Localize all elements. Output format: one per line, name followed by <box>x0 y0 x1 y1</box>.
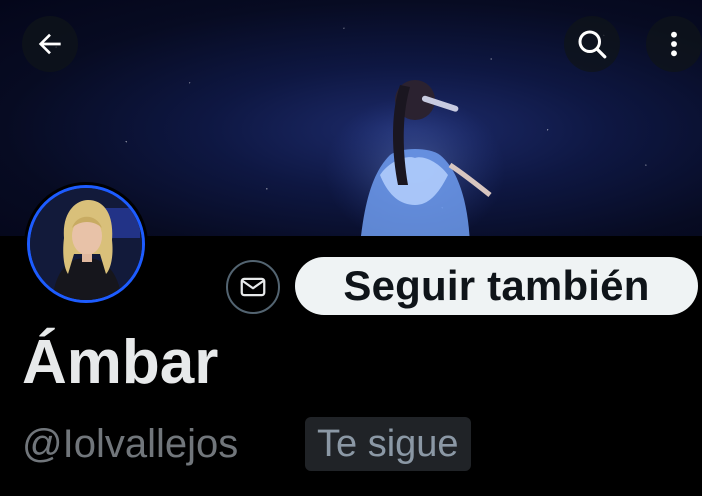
follow-back-button[interactable]: Seguir también <box>295 257 698 315</box>
avatar-image <box>27 185 145 303</box>
search-icon <box>578 30 607 59</box>
profile-handle: @Iolvallejos <box>22 422 239 466</box>
message-button[interactable] <box>226 260 280 314</box>
avatar-portrait <box>30 188 142 300</box>
more-options-button[interactable] <box>646 16 702 72</box>
profile-name: Ámbar <box>22 328 219 397</box>
back-button[interactable] <box>22 16 78 72</box>
banner-singer-image <box>325 80 505 236</box>
follows-you-badge: Te sigue <box>305 417 471 471</box>
profile-avatar[interactable] <box>24 182 148 306</box>
search-button[interactable] <box>564 16 620 72</box>
arrow-left-icon <box>38 33 61 55</box>
more-vertical-icon <box>671 31 677 57</box>
envelope-icon <box>240 277 266 297</box>
